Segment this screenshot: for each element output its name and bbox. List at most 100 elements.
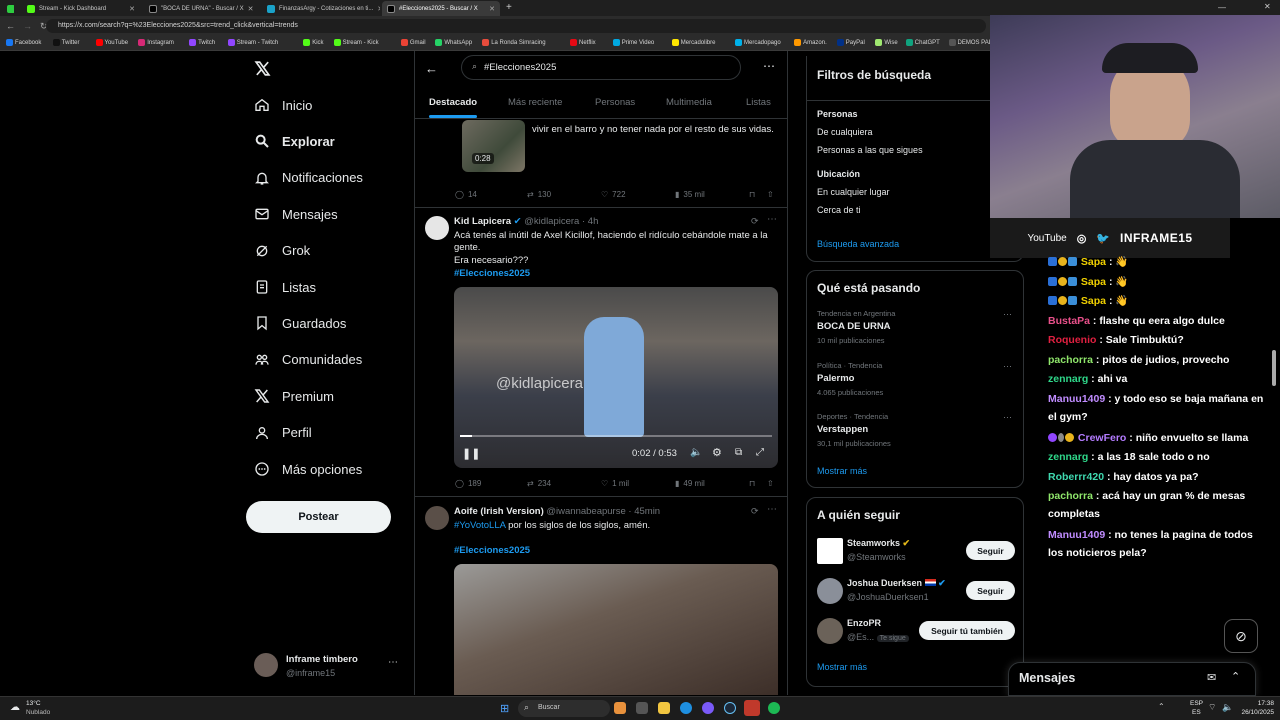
tweet[interactable]: Kid Lapicera ✔ @kidlapicera · 4h ⟳ ⋯ Acá…	[415, 209, 787, 497]
grok-icon[interactable]: ⟳	[751, 216, 759, 227]
volume-icon[interactable]: 🔈	[1222, 702, 1233, 713]
trend-item[interactable]: Política · Tendencia Palermo 4.065 publica…	[817, 361, 1017, 407]
bookmark-icon[interactable]: ⊓	[749, 479, 755, 488]
chat-username[interactable]: Roberrr420	[1048, 471, 1104, 483]
grok-icon[interactable]: ⊘	[1224, 619, 1258, 653]
bookmark-item[interactable]: ChatGPT	[905, 39, 940, 46]
close-icon[interactable]: ✕	[248, 5, 254, 13]
app-active-icon[interactable]	[744, 700, 760, 716]
messages-drawer[interactable]: Mensajes ✉ ⌃	[1008, 662, 1256, 696]
chat-username[interactable]: zennarg	[1048, 451, 1088, 463]
clock-time[interactable]: 17:38	[1238, 700, 1274, 707]
share-icon[interactable]: ⇧	[767, 190, 774, 199]
follow-back-button[interactable]: Seguir tú también	[919, 621, 1015, 640]
bookmark-item[interactable]: Twitter	[52, 39, 79, 46]
more-icon[interactable]: ⋯	[1003, 361, 1012, 372]
minimize-button[interactable]: —	[1218, 3, 1226, 12]
bookmark-item[interactable]: Wise	[875, 39, 898, 46]
nav-item[interactable]: Guardados	[254, 315, 346, 331]
tab-elecciones[interactable]: #Elecciones2025 - Buscar / X ✕	[382, 1, 500, 16]
advanced-search-link[interactable]: Búsqueda avanzada	[817, 239, 899, 249]
pause-icon[interactable]: ❚❚	[462, 447, 480, 460]
follow-name[interactable]: Steamworks ✔	[847, 538, 910, 549]
back-icon[interactable]: ←	[6, 21, 15, 31]
author-name[interactable]: Aoife (Irish Version)	[454, 506, 544, 517]
more-icon[interactable]: ⋯	[767, 214, 777, 225]
tab-destacado[interactable]: Destacado	[429, 97, 477, 108]
x-logo-icon[interactable]	[254, 60, 271, 82]
tab-multimedia[interactable]: Multimedia	[666, 97, 712, 108]
trend-item[interactable]: Deportes · Tendencia Verstappen 30,1 mil p…	[817, 412, 1017, 458]
tab-pinned[interactable]	[2, 1, 14, 16]
bookmark-item[interactable]: Kick	[303, 39, 324, 46]
follow-name[interactable]: EnzoPR	[847, 618, 881, 628]
app-icon[interactable]	[614, 702, 626, 714]
fullscreen-icon[interactable]: ⤢	[756, 447, 764, 458]
chat-username[interactable]: Manuu1409	[1048, 393, 1105, 405]
lang-indicator[interactable]: ESP	[1190, 700, 1203, 707]
windows-start-icon[interactable]: ⊞	[500, 702, 509, 715]
chat-username[interactable]: Manuu1409	[1048, 529, 1105, 541]
more-icon[interactable]: ⋯	[388, 657, 398, 668]
avatar[interactable]	[425, 506, 449, 530]
bookmark-item[interactable]: Gmail	[400, 39, 426, 46]
follow-button[interactable]: Seguir	[966, 541, 1015, 560]
author-handle[interactable]: @iwannabeapurse	[546, 506, 625, 517]
grok-icon[interactable]: ⟳	[751, 506, 759, 517]
follow-name[interactable]: Joshua Duerksen ✔	[847, 578, 946, 589]
weather-temp[interactable]: 13°C	[26, 700, 41, 707]
reply-button[interactable]: ◯ 189	[455, 479, 481, 488]
nav-item[interactable]: Grok	[254, 243, 310, 259]
chat-username[interactable]: pachorra	[1048, 354, 1093, 366]
post-button[interactable]: Postear	[246, 501, 391, 533]
filter-location-anywhere[interactable]: En cualquier lugar	[817, 187, 890, 197]
tray-chevron-icon[interactable]: ⌃	[1158, 702, 1165, 711]
nav-item[interactable]: Comunidades	[254, 352, 362, 368]
more-icon[interactable]: ⋯	[1003, 309, 1012, 320]
tweet-time[interactable]: 45min	[634, 506, 660, 517]
nav-item[interactable]: Mensajes	[254, 206, 338, 222]
tweet-video-player[interactable]: @kidlapicera ❚❚ 0:02 / 0:53 🔈 ⚙ ⧉ ⤢	[454, 287, 778, 468]
chat-username[interactable]: BustaPa	[1048, 315, 1090, 327]
new-tab-button[interactable]: +	[506, 2, 512, 13]
bookmark-item[interactable]: Instagram	[138, 39, 174, 46]
tweet-video-thumbnail[interactable]: 0:28	[462, 120, 525, 172]
search-input[interactable]: ⌕ #Elecciones2025	[461, 55, 741, 80]
nav-item[interactable]: Inicio	[254, 97, 312, 113]
forward-icon[interactable]: →	[23, 21, 32, 31]
bookmark-item[interactable]: Twitch	[189, 39, 215, 46]
close-icon[interactable]: ✕	[377, 5, 380, 13]
bookmark-icon[interactable]: ⊓	[749, 190, 755, 199]
chat-username[interactable]: Sapa	[1081, 276, 1106, 288]
account-name[interactable]: Inframe timbero	[286, 654, 358, 665]
bookmark-item[interactable]: PayPal	[836, 39, 865, 46]
bookmark-item[interactable]: Mercadopago	[735, 39, 781, 46]
tweet-time[interactable]: 4h	[588, 216, 599, 227]
tab-finanzas[interactable]: FinanzasArgy - Cotizaciones en ti...✕	[262, 1, 380, 16]
tab-personas[interactable]: Personas	[595, 97, 635, 108]
hashtag-link[interactable]: #YoVotoLLA	[454, 520, 505, 531]
new-message-icon[interactable]: ✉	[1207, 671, 1216, 684]
reply-button[interactable]: ◯ 14	[455, 190, 477, 199]
file-explorer-icon[interactable]	[658, 702, 670, 714]
back-arrow-icon[interactable]: ←	[425, 61, 438, 76]
chat-username[interactable]: zennarg	[1048, 373, 1088, 385]
bookmark-item[interactable]: WhatsApp	[435, 39, 472, 46]
nav-item[interactable]: Notificaciones	[254, 170, 363, 186]
nav-item[interactable]: Premium	[254, 388, 334, 404]
follow-show-more[interactable]: Mostrar más	[817, 662, 867, 672]
bookmark-item[interactable]: Netflix	[570, 39, 596, 46]
bookmark-item[interactable]: YouTube	[95, 39, 128, 46]
bookmark-item[interactable]: Stream - Twitch	[227, 39, 278, 46]
views-button[interactable]: ▮ 49 mil	[675, 479, 705, 488]
close-icon[interactable]: ✕	[129, 5, 135, 13]
author-handle[interactable]: @kidlapicera	[524, 216, 579, 227]
more-icon[interactable]: ⋯	[767, 504, 777, 515]
chat-username[interactable]: CrewFero	[1078, 432, 1126, 444]
close-icon[interactable]: ✕	[489, 5, 495, 13]
like-button[interactable]: ♡ 722	[601, 190, 626, 199]
nav-item[interactable]: Listas	[254, 279, 316, 295]
avatar[interactable]	[254, 653, 278, 677]
chat-username[interactable]: Sapa	[1081, 295, 1106, 307]
share-icon[interactable]: ⇧	[767, 479, 774, 488]
